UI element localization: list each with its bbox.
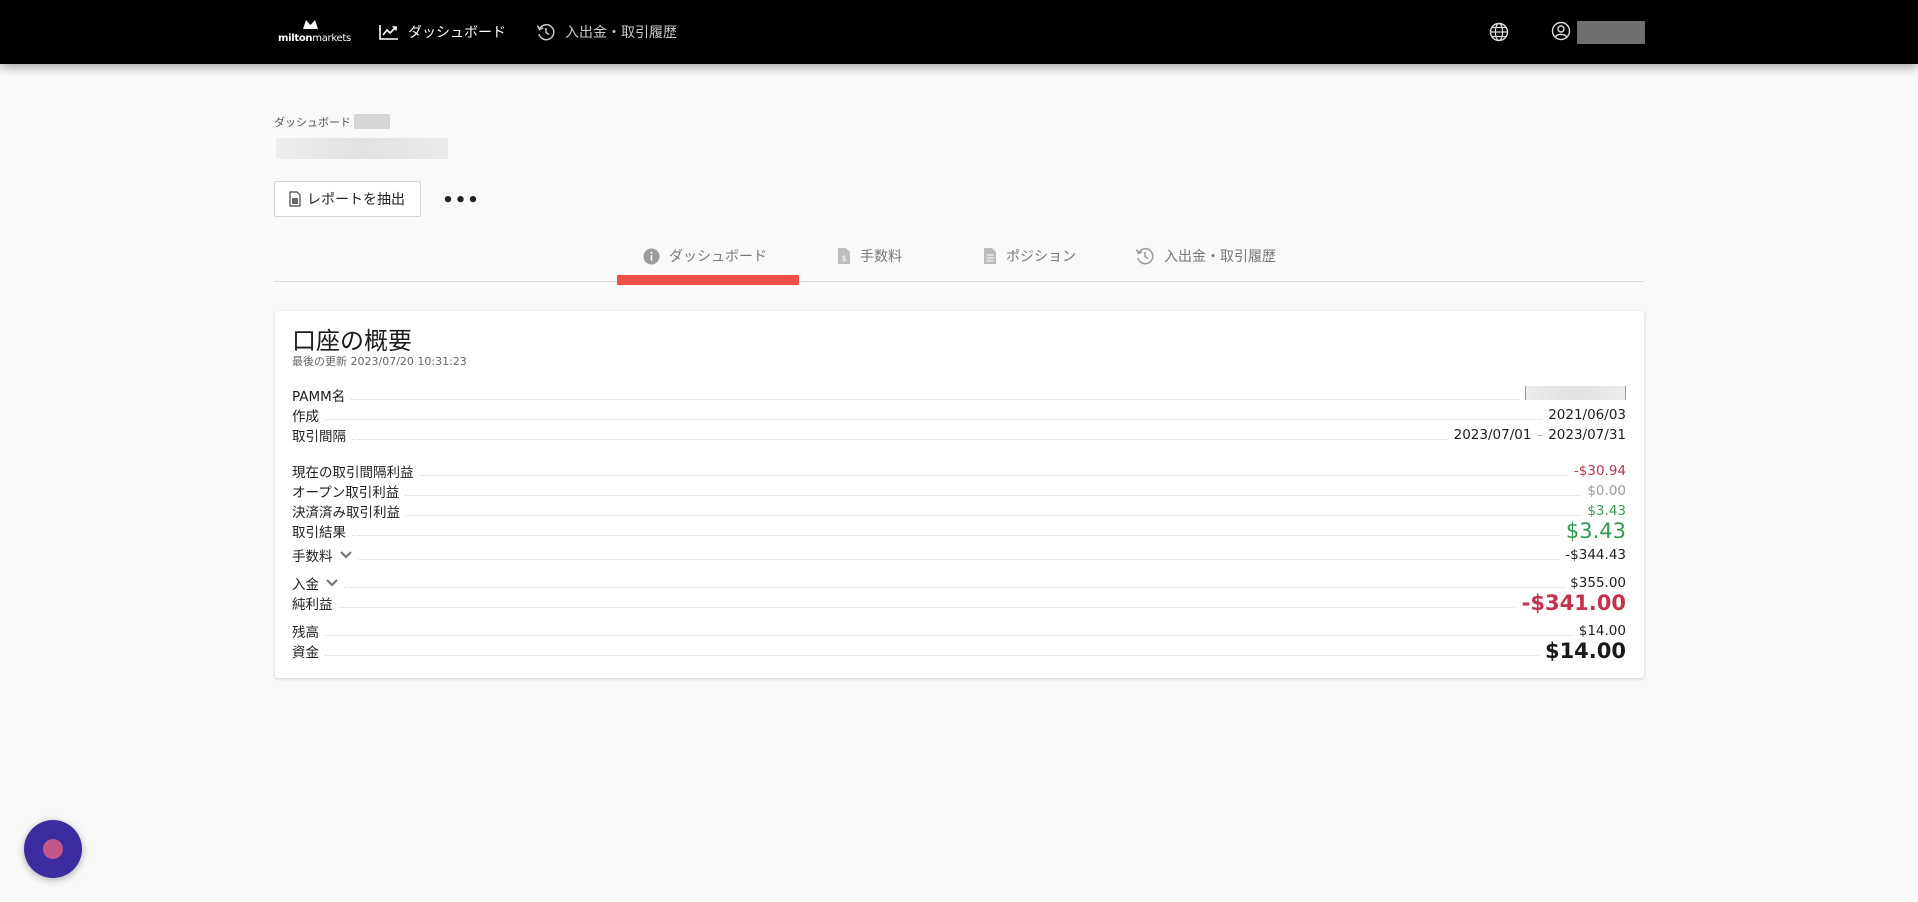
deposit-label: 入金 — [292, 577, 319, 593]
row-label[interactable]: 入金 — [292, 573, 338, 593]
tab-positions-label: ポジション — [1006, 249, 1076, 265]
row-value: $14.00 — [1578, 623, 1626, 639]
row-label: オープン取引利益 — [292, 485, 400, 501]
globe-icon[interactable] — [1489, 22, 1509, 42]
leader-dots — [325, 654, 1539, 656]
leader-dots — [406, 514, 1582, 516]
row-label: 取引間隔 — [292, 429, 346, 445]
nav-transaction-history[interactable]: 入出金・取引履歴 — [536, 20, 677, 44]
active-tab-indicator — [617, 275, 799, 285]
nav-history-label: 入出金・取引履歴 — [565, 25, 677, 41]
milton-markets-logo[interactable]: miltonmarkets — [278, 18, 351, 46]
user-name-redacted[interactable] — [1577, 21, 1645, 44]
period-separator: – — [1536, 427, 1544, 443]
page-title-redacted — [276, 138, 448, 159]
leader-dots — [352, 438, 1448, 440]
row-label: 作成 — [292, 409, 319, 425]
trend-chart-icon — [379, 25, 398, 40]
row-value: -$341.00 — [1521, 591, 1626, 615]
row-value: 2023/07/01–2023/07/31 — [1454, 427, 1626, 443]
card-title: 口座の概要 — [292, 327, 412, 355]
chat-widget-button[interactable] — [24, 820, 82, 878]
tab-dashboard-label: ダッシュボード — [669, 249, 767, 265]
top-navigation-bar: miltonmarkets ダッシュボード 入出金・取引履歴 — [0, 0, 1918, 64]
row-value: $0.00 — [1587, 483, 1626, 499]
chevron-down-icon[interactable] — [339, 551, 352, 559]
chevron-down-icon[interactable] — [326, 579, 338, 587]
logo-wordmark: miltonmarkets — [278, 33, 351, 44]
tab-history-label: 入出金・取引履歴 — [1164, 249, 1276, 265]
row-closed-profit: 決済済み取引利益 $3.43 — [292, 501, 1626, 521]
leader-dots — [405, 494, 1582, 496]
history-icon — [1135, 247, 1154, 265]
tab-positions[interactable]: ポジション — [983, 244, 1076, 268]
breadcrumb-account-redacted — [354, 114, 390, 129]
row-value: -$344.43 — [1565, 547, 1626, 563]
period-from: 2023/07/01 — [1453, 427, 1532, 443]
last-updated-text: 最後の更新 2023/07/20 10:31:23 — [292, 355, 467, 368]
pamm-name-redacted — [1525, 386, 1626, 404]
row-value: 2021/06/03 — [1548, 407, 1626, 423]
row-balance: 残高 $14.00 — [292, 621, 1626, 641]
export-report-button[interactable]: レポートを抽出 — [274, 181, 421, 217]
leader-dots — [344, 586, 1565, 588]
row-label: 純利益 — [292, 597, 333, 613]
row-trading-period: 取引間隔 2023/07/01–2023/07/31 — [292, 425, 1626, 445]
nav-dashboard[interactable]: ダッシュボード — [379, 20, 506, 44]
row-label: 資金 — [292, 645, 319, 661]
breadcrumb[interactable]: ダッシュボード — [274, 114, 351, 130]
row-label: PAMM名 — [292, 389, 346, 405]
row-created: 作成 2021/06/03 — [292, 405, 1626, 425]
report-file-icon — [289, 191, 301, 207]
row-value: -$30.94 — [1573, 463, 1626, 479]
row-deposit[interactable]: 入金 $355.00 — [292, 573, 1626, 593]
row-value: $3.43 — [1565, 519, 1626, 543]
leader-dots — [338, 606, 1516, 608]
row-label: 取引結果 — [292, 525, 346, 541]
chat-icon — [43, 839, 63, 859]
tab-fees[interactable]: $ 手数料 — [837, 244, 902, 268]
leader-dots — [325, 418, 1543, 420]
row-open-profit: オープン取引利益 $0.00 — [292, 481, 1626, 501]
leader-dots — [357, 558, 1560, 560]
row-net-profit: 純利益 -$341.00 — [292, 591, 1626, 615]
document-icon — [984, 248, 996, 264]
row-fees[interactable]: 手数料 -$344.43 — [292, 545, 1626, 565]
info-icon — [643, 248, 660, 264]
fee-document-icon: $ — [838, 248, 850, 264]
fees-label: 手数料 — [292, 549, 333, 565]
user-circle-icon[interactable] — [1551, 21, 1571, 41]
tabs-divider — [274, 281, 1644, 282]
period-to: 2023/07/31 — [1548, 427, 1626, 443]
row-value: $355.00 — [1570, 575, 1626, 591]
tab-fees-label: 手数料 — [860, 249, 902, 265]
account-overview-card: 口座の概要 最後の更新 2023/07/20 10:31:23 PAMM名 作成… — [275, 311, 1644, 678]
row-pamm-name: PAMM名 — [292, 385, 1626, 405]
row-equity: 資金 $14.00 — [292, 639, 1626, 663]
row-label: 決済済み取引利益 — [292, 505, 400, 521]
logo-mark-icon — [303, 20, 318, 29]
leader-dots — [351, 398, 1519, 400]
leader-dots — [419, 474, 1568, 476]
svg-text:$: $ — [841, 254, 846, 263]
row-value: $14.00 — [1544, 639, 1626, 663]
leader-dots — [325, 634, 1573, 636]
tab-dashboard[interactable]: ダッシュボード — [643, 244, 767, 268]
export-report-label: レポートを抽出 — [307, 192, 405, 208]
row-label: 現在の取引間隔利益 — [292, 465, 414, 481]
row-current-period-profit: 現在の取引間隔利益 -$30.94 — [292, 461, 1626, 481]
row-trade-result: 取引結果 $3.43 — [292, 519, 1626, 543]
leader-dots — [352, 534, 1560, 536]
history-icon — [536, 23, 555, 41]
nav-dashboard-label: ダッシュボード — [408, 25, 506, 41]
more-options-button[interactable]: ••• — [442, 190, 479, 211]
row-label[interactable]: 手数料 — [292, 545, 352, 565]
row-value: $3.43 — [1587, 503, 1626, 519]
row-label: 残高 — [292, 625, 319, 641]
tab-transaction-history[interactable]: 入出金・取引履歴 — [1135, 244, 1276, 268]
